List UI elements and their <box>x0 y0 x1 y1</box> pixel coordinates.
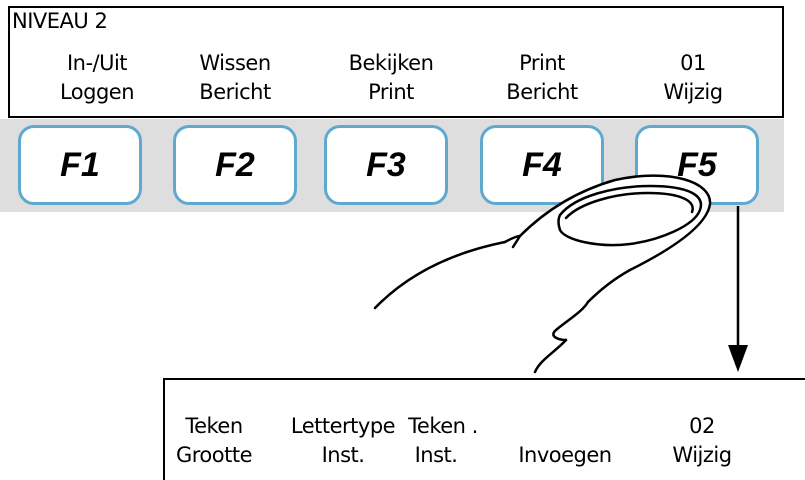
menu-item-line2: Invoegen <box>518 443 612 467</box>
menu-item-insert: Invoegen <box>505 412 625 470</box>
display-screen-after-f5: Teken Grootte Lettertype Inst. Teken . I… <box>163 378 805 480</box>
menu-item-char-settings: Teken . Inst. <box>381 412 491 470</box>
menu-item-line1: 02 <box>689 414 715 438</box>
arrow-down-icon <box>728 345 748 372</box>
menu-item-line2: Wijzig <box>672 443 732 467</box>
menu-item-change-02: 02 Wijzig <box>647 412 757 470</box>
menu-item-line2: Grootte <box>175 443 253 467</box>
menu-item-line1 <box>505 412 625 441</box>
menu-item-char-size: Teken Grootte <box>159 412 269 470</box>
menu-item-line1: Teken <box>185 414 243 438</box>
menu-item-line1: Teken . <box>408 414 478 438</box>
menu-item-line2: Inst. <box>414 443 458 467</box>
